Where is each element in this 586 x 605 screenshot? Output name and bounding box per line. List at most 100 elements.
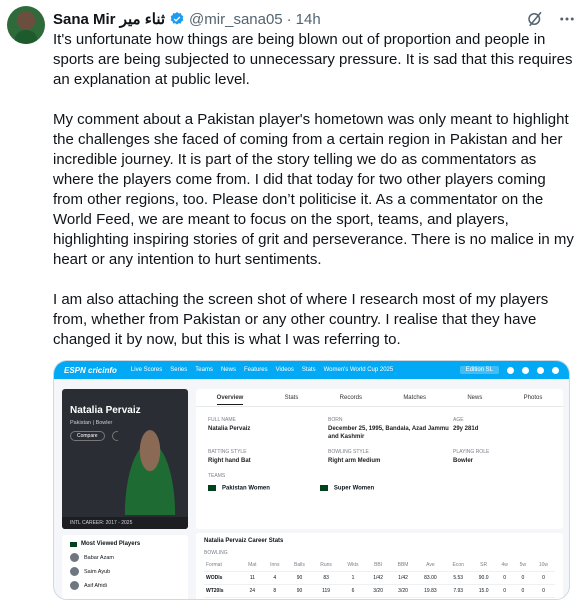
tab-photos: Photos bbox=[523, 394, 543, 401]
more-icon[interactable] bbox=[558, 10, 576, 28]
most-viewed-panel: Most Viewed Players Babar Azam Saim Ayub… bbox=[62, 535, 188, 599]
playing-role-value: Bowler bbox=[453, 458, 474, 464]
timestamp[interactable]: 14h bbox=[296, 11, 321, 28]
player-name: Natalia Pervaiz bbox=[70, 405, 141, 416]
nav-item: Live Scores bbox=[130, 367, 163, 373]
nav-item: Features bbox=[243, 367, 268, 373]
display-name-urdu: ثناء میر bbox=[119, 11, 166, 28]
full-name-value: Natalia Pervaiz bbox=[208, 426, 251, 432]
col-header: 10w bbox=[531, 559, 555, 572]
player-overview: Overview Stats Records Matches News Phot… bbox=[196, 389, 563, 529]
list-item: Asif Afridi bbox=[70, 581, 180, 590]
col-header: SR bbox=[471, 559, 496, 572]
edition-selector: Edition SL bbox=[459, 366, 499, 374]
table-cell: 0 bbox=[495, 571, 514, 585]
info-label: BORN bbox=[328, 417, 343, 423]
col-header: BBM bbox=[390, 559, 416, 572]
table-row: WT20Is 24 8 90 119 6 3/20 3/20 19.83 7.93 15.0 0 0 0 bbox=[204, 584, 555, 598]
list-item: Saim Ayub bbox=[70, 567, 180, 576]
nav-item: News bbox=[220, 367, 236, 373]
player-link: Babar Azam bbox=[84, 554, 114, 561]
career-span: INTL CAREER: 2017 - 2025 bbox=[62, 517, 188, 529]
search-icon bbox=[537, 366, 544, 374]
table-cell: WODIs bbox=[204, 571, 242, 585]
player-info-grid: FULL NAME Natalia Pervaiz BORN December 25… bbox=[196, 407, 563, 465]
cricinfo-navbar: ESPN cricinfo Live Scores Series Teams N… bbox=[54, 361, 569, 379]
col-header: Balls bbox=[286, 559, 313, 572]
career-stats-panel: Natalia Pervaiz Career Stats BOWLING For… bbox=[196, 533, 563, 599]
user-handle[interactable]: @mir_sana05 bbox=[189, 11, 283, 28]
table-row: WODIs 11 4 90 83 1 1/42 1/42 83.00 5.53 90.0 0 0 0 bbox=[204, 571, 555, 585]
table-cell: 119 bbox=[312, 584, 340, 598]
bell-icon bbox=[522, 366, 529, 374]
table-cell: 8 bbox=[263, 584, 287, 598]
col-header: BBI bbox=[366, 559, 391, 572]
table-header: Format Mat Inns Balls Runs Wkts BBI BBM Ave Econ S… bbox=[204, 559, 555, 572]
display-name-latin: Sana Mir bbox=[53, 11, 116, 28]
table-cell: 90 bbox=[286, 584, 313, 598]
team-item: Super Women bbox=[320, 485, 374, 492]
flag-icon bbox=[70, 541, 77, 547]
player-tabs: Overview Stats Records Matches News Phot… bbox=[196, 389, 563, 407]
table-cell: 83 bbox=[312, 571, 340, 585]
profile-avatar[interactable] bbox=[7, 6, 45, 44]
avatar bbox=[70, 581, 79, 590]
player-card: Natalia Pervaiz Pakistan | Bowler Compar… bbox=[62, 389, 188, 529]
tweet-header: Sana Mir ثناء میر @mir_sana05 · 14h bbox=[53, 8, 576, 30]
nav-item: Videos bbox=[275, 367, 294, 373]
table-cell: 0 bbox=[531, 584, 555, 598]
teams-label: TEAMS bbox=[208, 473, 226, 479]
tab-records: Records bbox=[339, 394, 362, 401]
col-header: Ave bbox=[415, 559, 445, 572]
table-cell: 15.0 bbox=[471, 584, 496, 598]
moon-icon bbox=[507, 366, 514, 374]
table-cell: 0 bbox=[513, 584, 532, 598]
team-item: Pakistan Women bbox=[208, 485, 270, 492]
col-header: 5w bbox=[513, 559, 532, 572]
col-header: Wkts bbox=[339, 559, 367, 572]
player-photo bbox=[118, 423, 182, 515]
col-header: Format bbox=[204, 559, 242, 572]
most-viewed-label: Most Viewed Players bbox=[81, 541, 141, 547]
nav-item: Women's World Cup 2025 bbox=[323, 367, 394, 373]
table-cell: 6 bbox=[339, 584, 367, 598]
table-cell: 7.93 bbox=[444, 584, 472, 598]
tweet-text: It's unfortunate how things are being bl… bbox=[53, 31, 574, 348]
verified-badge-icon bbox=[170, 12, 184, 25]
tab-news: News bbox=[467, 394, 483, 401]
tab-overview: Overview bbox=[216, 395, 244, 405]
table-cell: 19.83 bbox=[415, 584, 445, 598]
player-link: Asif Afridi bbox=[84, 582, 107, 589]
info-label: BOWLING STYLE bbox=[328, 449, 369, 455]
table-cell: 0 bbox=[531, 571, 555, 585]
col-header: Inns bbox=[263, 559, 287, 572]
info-label: BATTING STYLE bbox=[208, 449, 247, 455]
header-actions bbox=[526, 10, 576, 28]
table-cell: 0 bbox=[495, 584, 514, 598]
col-header: Econ bbox=[444, 559, 472, 572]
separator-dot: · bbox=[286, 10, 292, 28]
display-name[interactable]: Sana Mir ثناء میر bbox=[53, 10, 165, 28]
table-cell: 90 bbox=[286, 571, 313, 585]
player-link: Saim Ayub bbox=[84, 568, 111, 575]
table-cell: 0 bbox=[513, 571, 532, 585]
compare-button: Compare bbox=[70, 431, 105, 441]
stats-subtitle: BOWLING bbox=[204, 550, 228, 556]
bowling-style-value: Right arm Medium bbox=[328, 458, 381, 464]
table-cell: 83.00 bbox=[415, 571, 445, 585]
stats-table: Format Mat Inns Balls Runs Wkts BBI BBM Ave Econ S… bbox=[204, 559, 555, 598]
col-header: Mat bbox=[241, 559, 264, 572]
attached-image[interactable]: ESPN cricinfo Live Scores Series Teams N… bbox=[53, 360, 570, 600]
tab-stats: Stats bbox=[284, 394, 299, 401]
table-cell: 11 bbox=[241, 571, 264, 585]
nav-item: Series bbox=[170, 367, 188, 373]
table-cell: 3/20 bbox=[390, 584, 416, 598]
col-header: 4w bbox=[495, 559, 514, 572]
table-cell: 4 bbox=[263, 571, 287, 585]
avatar bbox=[70, 567, 79, 576]
avatar bbox=[70, 553, 79, 562]
player-role: Pakistan | Bowler bbox=[70, 420, 113, 426]
info-label: FULL NAME bbox=[208, 417, 236, 423]
table-cell: 1/42 bbox=[390, 571, 416, 585]
grok-icon[interactable] bbox=[526, 10, 544, 28]
